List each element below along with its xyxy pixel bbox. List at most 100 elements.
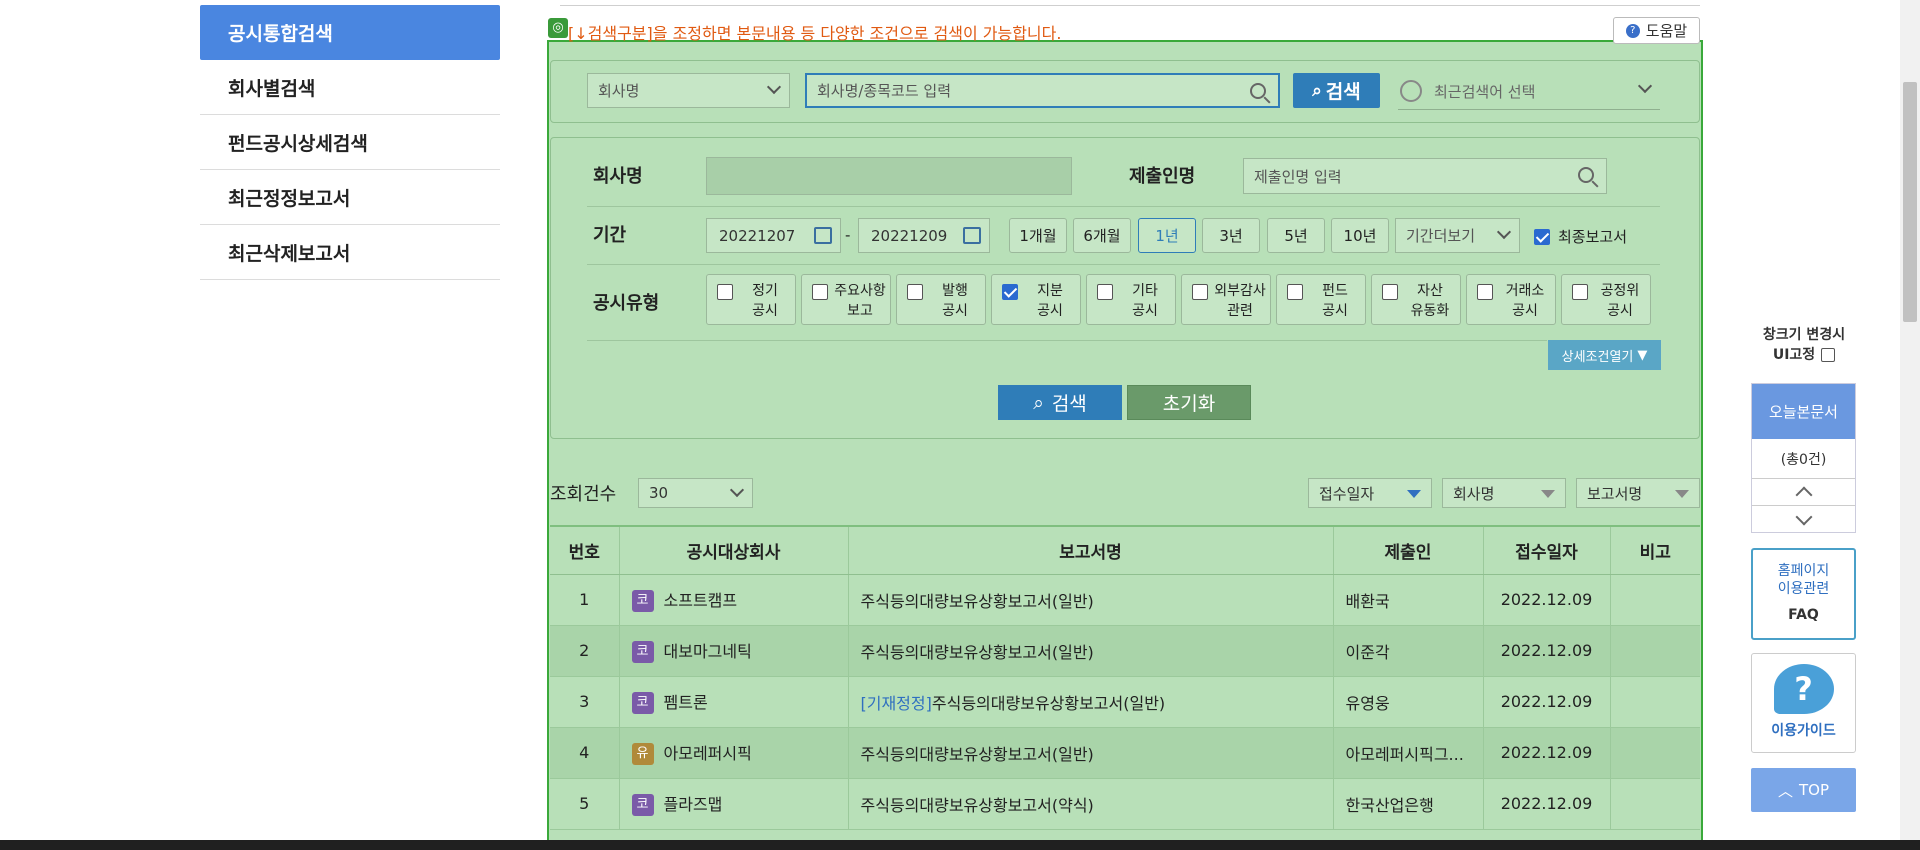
report-link[interactable]: 주식등의대량보유상황보고서(일반) [861,643,1094,662]
disclosure-type-option[interactable]: 발행 공시 [896,274,986,325]
checkbox-icon[interactable] [717,284,733,300]
disclosure-type-option[interactable]: 주요사항 보고 [801,274,891,325]
row-company[interactable]: 유 아모레퍼시픽 [619,727,849,779]
row-note [1610,676,1700,728]
top-button[interactable]: ︿ TOP [1751,768,1856,812]
detail-conditions-button[interactable]: 상세조건열기 ▼ [1548,340,1661,370]
disclosure-type-option[interactable]: 정기 공시 [706,274,796,325]
checkbox-icon[interactable] [1097,284,1113,300]
user-guide-button[interactable]: ? 이용가이드 [1751,653,1856,753]
search-type-select[interactable]: 회사명 [587,73,790,108]
date-from-field[interactable]: 20221207 [706,218,841,253]
row-no: 4 [550,727,620,779]
period-10y-button[interactable]: 10년 [1331,218,1389,253]
count-select[interactable]: 30 [638,478,753,508]
calendar-icon[interactable] [814,227,832,244]
row-report[interactable]: 주식등의대량보유상황보고서(일반) [848,727,1334,779]
date-to-value: 20221209 [871,226,948,245]
count-label: 조회건수 [550,484,617,505]
disclosure-type-option[interactable]: 기타 공시 [1086,274,1176,325]
row-report[interactable]: 주식등의대량보유상황보고서(일반) [848,574,1334,626]
row-company[interactable]: 코 대보마그네틱 [619,625,849,677]
company-link[interactable]: 플라즈맵 [664,795,723,814]
faq-button[interactable]: 홈페이지 이용관련 FAQ [1751,548,1856,640]
reset-button[interactable]: 초기화 [1127,385,1251,420]
checkbox-checked-icon[interactable] [1534,228,1550,245]
sort-date-select[interactable]: 접수일자 [1308,478,1432,508]
disclosure-type-option[interactable]: 펀드 공시 [1276,274,1366,325]
today-docs-button[interactable]: 오늘본문서 [1752,384,1855,439]
checkbox-icon[interactable] [1477,284,1493,300]
period-6m-button[interactable]: 6개월 [1073,218,1131,253]
disclosure-type-option[interactable]: 공정위 공시 [1561,274,1651,325]
row-company[interactable]: 코 소프트캠프 [619,574,849,626]
disclosure-type-option[interactable]: 자산 유동화 [1371,274,1461,325]
filter-search-button[interactable]: ⌕ 검색 [998,385,1122,420]
sort-company-select[interactable]: 회사명 [1442,478,1566,508]
company-link[interactable]: 소프트캠프 [664,591,738,610]
faq-line3: FAQ [1788,607,1819,623]
header-submitter: 제출인 [1333,525,1484,575]
calendar-icon[interactable] [963,227,981,244]
disclosure-type-line1: 거래소 [1505,283,1545,299]
sidebar-item-recent-deletions[interactable]: 최근삭제보고서 [200,225,500,280]
period-3y-button[interactable]: 3년 [1202,218,1260,253]
row-report[interactable]: 주식등의대량보유상황보고서(약식) [848,778,1334,830]
checkbox-icon[interactable] [1382,284,1398,300]
company-field[interactable] [706,157,1072,195]
row-date: 2022.12.09 [1483,727,1611,779]
disclosure-type-option[interactable]: 지분 공시 [991,274,1081,325]
report-link[interactable]: 주식등의대량보유상황보고서(약식) [861,796,1094,815]
company-link[interactable]: 아모레퍼시픽 [664,744,752,763]
row-company[interactable]: 코 펨트론 [619,676,849,728]
sort-report-select[interactable]: 보고서명 [1576,478,1700,508]
more-period-select[interactable]: 기간더보기 [1395,218,1520,253]
search-icon [1250,83,1266,99]
disclosure-type-option[interactable]: 외부감사 관련 [1181,274,1271,325]
header-report: 보고서명 [848,525,1334,575]
scroll-down-button[interactable] [1752,506,1855,533]
sort-report-label: 보고서명 [1587,484,1643,503]
recent-search-select[interactable]: 최근검색어 선택 [1398,73,1660,110]
disclosure-type-line1: 공정위 [1600,283,1640,299]
checkbox-icon[interactable] [1287,284,1303,300]
help-button[interactable]: ? 도움말 [1613,17,1700,44]
user-guide-label: 이용가이드 [1771,723,1836,739]
date-to-field[interactable]: 20221209 [858,218,990,253]
sidebar-item-recent-corrections[interactable]: 최근정정보고서 [200,170,500,225]
report-link[interactable]: 주식등의대량보유상황보고서(일반) [861,745,1094,764]
period-1m-button[interactable]: 1개월 [1009,218,1067,253]
checkbox-icon[interactable] [1572,284,1588,300]
period-1y-button[interactable]: 1년 [1138,218,1196,253]
checkbox-icon[interactable] [812,284,828,300]
scroll-up-button[interactable] [1752,479,1855,506]
sidebar-item-company-search[interactable]: 회사별검색 [200,60,500,115]
disclosure-type-option[interactable]: 거래소 공시 [1466,274,1556,325]
report-link[interactable]: 주식등의대량보유상황보고서(일반) [932,694,1165,713]
company-link[interactable]: 펨트론 [664,693,708,712]
target-icon: ◎ [548,18,568,38]
detail-conditions-label: 상세조건열기 [1561,349,1634,365]
checkbox-icon[interactable] [1192,284,1208,300]
sidebar-item-integrated-search[interactable]: 공시통합검색 [200,5,500,60]
ui-fix-checkbox[interactable] [1821,348,1836,362]
search-input[interactable]: 회사명/종목코드 입력 [805,73,1280,108]
scrollbar-thumb[interactable] [1903,82,1917,322]
company-link[interactable]: 대보마그네틱 [664,642,752,661]
checkbox-icon[interactable] [907,284,923,300]
final-report-checkbox[interactable]: 최종보고서 [1534,226,1627,247]
sidebar-item-fund-search[interactable]: 펀드공시상세검색 [200,115,500,170]
search-button[interactable]: ⌕ 검색 [1293,73,1380,108]
report-link[interactable]: 주식등의대량보유상황보고서(일반) [861,592,1094,611]
disclosure-type-label: 정기 공시 [739,281,791,321]
disclosure-type-label: 자산 유동화 [1404,281,1456,321]
period-5y-button[interactable]: 5년 [1267,218,1325,253]
triangle-down-icon [1541,490,1555,498]
disclosure-type-line1: 자산 [1417,283,1443,299]
row-report[interactable]: [기재정정]주식등의대량보유상황보고서(일반) [848,676,1334,728]
row-company[interactable]: 코 플라즈맵 [619,778,849,830]
checkbox-checked-icon[interactable] [1002,284,1018,300]
submitter-field[interactable]: 제출인명 입력 [1243,158,1607,194]
row-report[interactable]: 주식등의대량보유상황보고서(일반) [848,625,1334,677]
table-row: 1 코 소프트캠프 주식등의대량보유상황보고서(일반) 배환국 2022.12.09 [550,574,1700,626]
